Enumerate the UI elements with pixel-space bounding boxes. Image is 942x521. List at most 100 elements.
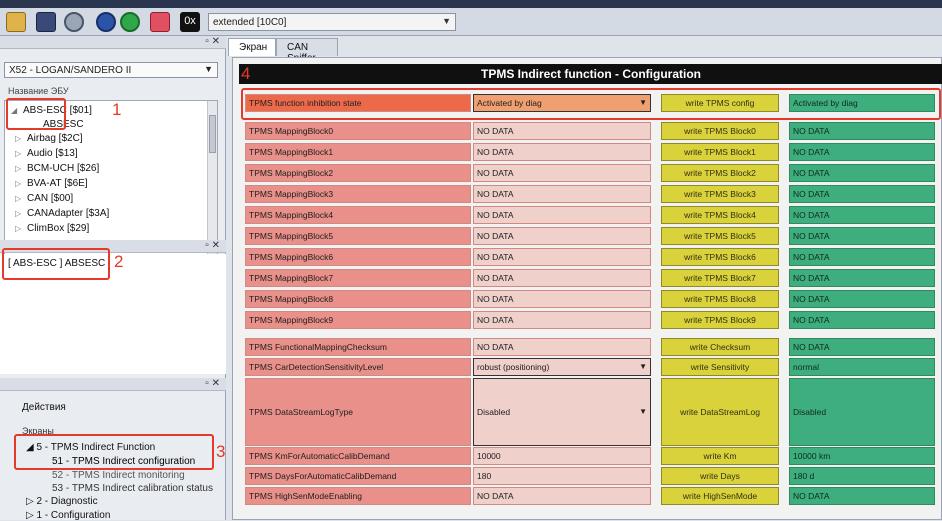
screen-group-label: 1 - Configuration [36,510,111,521]
screen-area: TPMS Indirect function - Configuration 4… [232,57,942,520]
collapsed-triangle-icon: ▷ [15,149,22,158]
highlight-box-3 [14,434,214,470]
folder-icon[interactable] [6,12,26,32]
mapping-result: NO DATA [789,248,935,266]
chevron-down-icon: ▼ [639,362,647,371]
checksum-value[interactable]: NO DATA [473,338,651,356]
mapping-value[interactable]: NO DATA [473,206,651,224]
collapsed-triangle-icon: ▷ [15,194,22,203]
mode-select-value: extended [10C0] [213,17,287,28]
write-checksum-button[interactable]: write Checksum [661,338,779,356]
mapping-value[interactable]: NO DATA [473,311,651,329]
write-block-button[interactable]: write TPMS Block9 [661,311,779,329]
mapping-label: TPMS MappingBlock3 [245,185,471,203]
tree-item-bcm[interactable]: ▷ BCM-UCH [$26] [15,163,99,175]
screen-item-52[interactable]: 52 - TPMS Indirect monitoring [52,470,185,481]
tab-screen[interactable]: Экран [228,38,276,56]
scrollbar-thumb[interactable] [209,115,216,153]
screen-item-53[interactable]: 53 - TPMS Indirect calibration status [52,483,213,494]
mapping-value[interactable]: NO DATA [473,290,651,308]
mapping-label: TPMS MappingBlock7 [245,269,471,287]
km-value[interactable]: 10000 [473,447,651,465]
mapping-value[interactable]: NO DATA [473,164,651,182]
checksum-result: NO DATA [789,338,935,356]
highsen-value[interactable]: NO DATA [473,487,651,505]
mapping-value[interactable]: NO DATA [473,143,651,161]
heart-monitor-icon[interactable] [150,12,170,32]
write-highsenmode-button[interactable]: write HighSenMode [661,487,779,505]
write-block-button[interactable]: write TPMS Block2 [661,164,779,182]
mapping-label: TPMS MappingBlock2 [245,164,471,182]
highlight-box-2 [2,248,110,280]
tree-item-canadapter[interactable]: ▷ CANAdapter [$3A] [15,208,109,220]
mapping-result: NO DATA [789,227,935,245]
marker-3: 3 [216,442,226,461]
write-block-button[interactable]: write TPMS Block3 [661,185,779,203]
hex-mode-icon[interactable]: 0x [180,12,200,32]
days-value[interactable]: 180 [473,467,651,485]
mapping-label: TPMS MappingBlock1 [245,143,471,161]
sensitivity-result: normal [789,358,935,376]
write-datastreamlog-button[interactable]: write DataStreamLog [661,378,779,446]
mapping-value[interactable]: NO DATA [473,269,651,287]
sensitivity-select[interactable]: robust (positioning) ▼ [473,358,651,376]
write-block-button[interactable]: write TPMS Block8 [661,290,779,308]
tree-item-label: BVA-AT [$6E] [27,178,88,189]
mapping-label: TPMS MappingBlock8 [245,290,471,308]
write-km-button[interactable]: write Km [661,447,779,465]
tab-can-sniffer[interactable]: CAN Sniffer [276,38,338,64]
write-block-button[interactable]: write TPMS Block4 [661,206,779,224]
panel-header-vehicle: ▫ ✕ [0,36,226,49]
vehicle-combo[interactable]: X52 - LOGAN/SANDERO II ▼ [4,62,218,78]
panel-pin-close-icon[interactable]: ▫ ✕ [205,240,220,251]
screen-group-configuration[interactable]: ▷ 1 - Configuration [26,510,110,521]
write-sensitivity-button[interactable]: write Sensitivity [661,358,779,376]
tree-item-label: Airbag [$2C] [27,133,83,144]
collapsed-triangle-icon: ▷ [15,209,22,218]
tree-item-climbox[interactable]: ▷ ClimBox [$29] [15,223,89,235]
mapping-label: TPMS MappingBlock6 [245,248,471,266]
hex-mode-label: 0x [184,15,196,27]
settings-gear-icon[interactable] [64,12,84,32]
panel-pin-close-icon[interactable]: ▫ ✕ [205,378,220,389]
vehicle-combo-value: X52 - LOGAN/SANDERO II [9,65,132,76]
write-block-button[interactable]: write TPMS Block1 [661,143,779,161]
tree-scrollbar[interactable] [207,101,217,255]
write-block-button[interactable]: write TPMS Block7 [661,269,779,287]
tree-item-label: ClimBox [$29] [27,223,90,234]
stop-icon[interactable] [96,12,116,32]
write-days-button[interactable]: write Days [661,467,779,485]
save-icon[interactable] [36,12,56,32]
mapping-result: NO DATA [789,143,935,161]
mapping-value[interactable]: NO DATA [473,248,651,266]
mapping-value[interactable]: NO DATA [473,122,651,140]
mode-select[interactable]: extended [10C0] ▼ [208,13,456,31]
mapping-result: NO DATA [789,269,935,287]
highlight-box-4 [241,88,941,120]
checksum-label: TPMS FunctionalMappingChecksum [245,338,471,356]
chevron-down-icon: ▼ [204,64,213,74]
mapping-label: TPMS MappingBlock9 [245,311,471,329]
write-block-button[interactable]: write TPMS Block0 [661,122,779,140]
collapsed-triangle-icon: ▷ [15,164,22,173]
mapping-value[interactable]: NO DATA [473,185,651,203]
write-block-button[interactable]: write TPMS Block5 [661,227,779,245]
tree-item-audio[interactable]: ▷ Audio [$13] [15,148,78,160]
mapping-result: NO DATA [789,164,935,182]
tree-item-label: BCM-UCH [$26] [27,163,100,174]
window-top-strip [0,0,942,8]
screen-group-diagnostic[interactable]: ▷ 2 - Diagnostic [26,496,98,507]
write-block-button[interactable]: write TPMS Block6 [661,248,779,266]
datastream-select-value: Disabled [477,407,511,417]
mapping-value[interactable]: NO DATA [473,227,651,245]
chevron-down-icon: ▼ [639,407,647,416]
mapping-result: NO DATA [789,122,935,140]
chevron-down-icon: ▼ [442,16,451,26]
tree-item-can[interactable]: ▷ CAN [$00] [15,193,73,205]
datastream-select[interactable]: Disabled ▼ [473,378,651,446]
collapsed-triangle-icon: ▷ [26,496,37,507]
refresh-icon[interactable] [120,12,140,32]
tree-item-bva[interactable]: ▷ BVA-AT [$6E] [15,178,88,190]
tree-item-airbag[interactable]: ▷ Airbag [$2C] [15,133,83,145]
panel-pin-close-icon[interactable]: ▫ ✕ [205,36,220,47]
